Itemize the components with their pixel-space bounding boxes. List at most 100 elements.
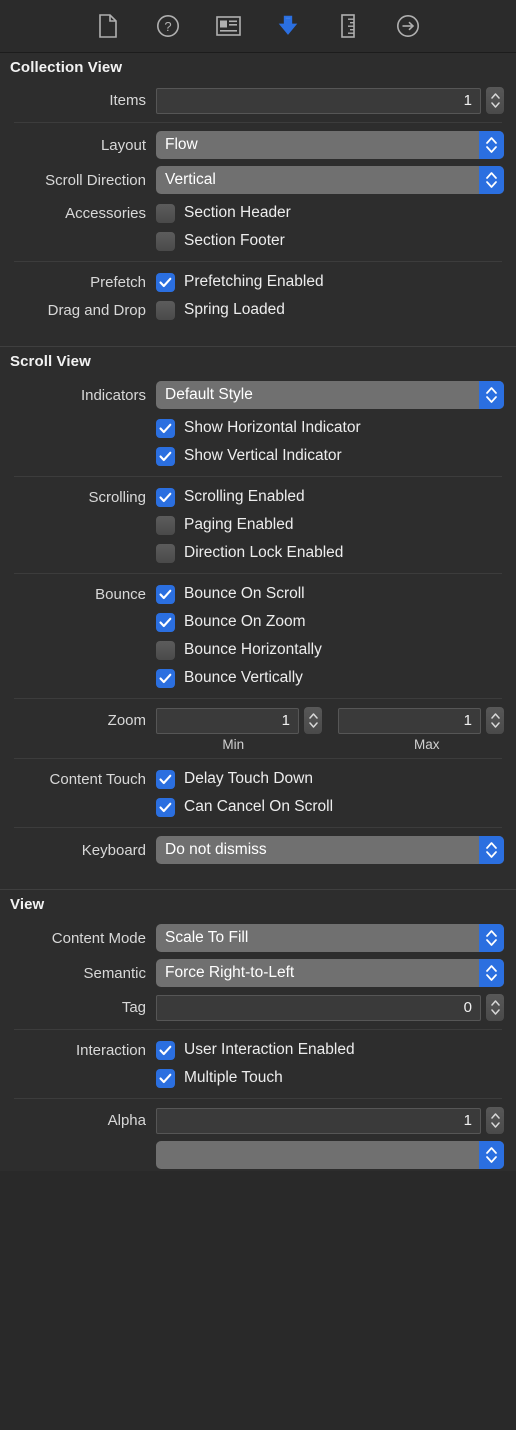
section-footer-checkbox-row[interactable]: Section Footer bbox=[156, 231, 285, 251]
zoom-min-input[interactable]: 1 bbox=[156, 707, 299, 734]
bounce-on-scroll-checkbox-row[interactable]: Bounce On Scroll bbox=[156, 584, 305, 604]
multiple-touch-label: Multiple Touch bbox=[184, 1069, 283, 1086]
items-input[interactable]: 1 bbox=[156, 87, 481, 114]
row-semantic: Semantic Force Right-to-Left bbox=[0, 957, 516, 989]
bounce-on-zoom-checkbox-row[interactable]: Bounce On Zoom bbox=[156, 612, 305, 632]
direction-lock-enabled-label: Direction Lock Enabled bbox=[184, 544, 344, 561]
row-paging-enabled: Paging Enabled bbox=[0, 511, 516, 539]
semantic-select[interactable]: Force Right-to-Left bbox=[156, 959, 504, 987]
accessories-label: Accessories bbox=[65, 204, 146, 222]
bounce-label: Bounce bbox=[95, 585, 146, 603]
bounce-horizontally-checkbox[interactable] bbox=[156, 640, 175, 660]
direction-lock-enabled-checkbox-row[interactable]: Direction Lock Enabled bbox=[156, 543, 344, 563]
show-horizontal-indicator-checkbox-row[interactable]: Show Horizontal Indicator bbox=[156, 418, 361, 438]
divider bbox=[14, 261, 502, 262]
section-title-scroll-view: Scroll View bbox=[10, 353, 91, 370]
can-cancel-on-scroll-checkbox-row[interactable]: Can Cancel On Scroll bbox=[156, 797, 334, 817]
row-content-touch: Content Touch Delay Touch Down bbox=[0, 765, 516, 793]
zoom-min-stepper[interactable] bbox=[304, 707, 322, 734]
semantic-value: Force Right-to-Left bbox=[165, 964, 295, 981]
items-label: Items bbox=[109, 92, 146, 109]
row-accessories-footer: Section Footer bbox=[0, 227, 516, 255]
section-title-view: View bbox=[10, 896, 45, 913]
inspector-toolbar: ? bbox=[0, 0, 516, 53]
row-accessories-header: Accessories Section Header bbox=[0, 199, 516, 227]
svg-text:?: ? bbox=[164, 19, 171, 34]
scrolling-enabled-checkbox[interactable] bbox=[156, 487, 175, 507]
keyboard-select[interactable]: Do not dismiss bbox=[156, 836, 504, 864]
show-horizontal-indicator-checkbox[interactable] bbox=[156, 418, 175, 438]
show-vertical-indicator-checkbox[interactable] bbox=[156, 446, 175, 466]
row-show-horizontal-indicator: Show Horizontal Indicator bbox=[0, 414, 516, 442]
content-touch-label: Content Touch bbox=[49, 770, 146, 788]
scrolling-enabled-label: Scrolling Enabled bbox=[184, 488, 305, 505]
clipped-select[interactable] bbox=[156, 1141, 504, 1169]
delay-touch-down-checkbox[interactable] bbox=[156, 769, 175, 789]
prefetching-enabled-checkbox[interactable] bbox=[156, 272, 175, 292]
bounce-on-scroll-label: Bounce On Scroll bbox=[184, 585, 305, 602]
user-interaction-enabled-checkbox[interactable] bbox=[156, 1040, 175, 1060]
chevron-updown-icon bbox=[479, 924, 504, 952]
connections-inspector-icon[interactable] bbox=[395, 12, 421, 40]
identity-inspector-icon[interactable] bbox=[215, 12, 241, 40]
bounce-on-scroll-checkbox[interactable] bbox=[156, 584, 175, 604]
layout-label: Layout bbox=[100, 136, 146, 154]
row-bounce-on-zoom: Bounce On Zoom bbox=[0, 608, 516, 636]
chevron-updown-icon bbox=[479, 1141, 504, 1169]
tag-stepper[interactable] bbox=[486, 994, 504, 1021]
content-mode-select[interactable]: Scale To Fill bbox=[156, 924, 504, 952]
scroll-direction-value: Vertical bbox=[165, 171, 216, 188]
quick-help-icon[interactable]: ? bbox=[155, 12, 181, 40]
scrolling-label: Scrolling bbox=[88, 488, 146, 506]
paging-enabled-checkbox[interactable] bbox=[156, 515, 175, 535]
section-footer-checkbox[interactable] bbox=[156, 231, 175, 251]
show-vertical-indicator-checkbox-row[interactable]: Show Vertical Indicator bbox=[156, 446, 342, 466]
section-header-checkbox[interactable] bbox=[156, 203, 175, 223]
attributes-inspector-icon[interactable] bbox=[275, 12, 301, 40]
size-inspector-icon[interactable] bbox=[335, 12, 361, 40]
direction-lock-enabled-checkbox[interactable] bbox=[156, 543, 175, 563]
multiple-touch-checkbox[interactable] bbox=[156, 1068, 175, 1088]
can-cancel-on-scroll-checkbox[interactable] bbox=[156, 797, 175, 817]
multiple-touch-checkbox-row[interactable]: Multiple Touch bbox=[156, 1068, 283, 1088]
scrolling-enabled-checkbox-row[interactable]: Scrolling Enabled bbox=[156, 487, 305, 507]
prefetching-enabled-label: Prefetching Enabled bbox=[184, 273, 324, 290]
row-prefetch: Prefetch Prefetching Enabled bbox=[0, 268, 516, 296]
file-inspector-icon[interactable] bbox=[95, 12, 121, 40]
row-zoom: Zoom 1 1 bbox=[0, 705, 516, 736]
spring-loaded-label: Spring Loaded bbox=[184, 301, 285, 318]
spring-loaded-checkbox-row[interactable]: Spring Loaded bbox=[156, 300, 285, 320]
layout-value: Flow bbox=[165, 136, 198, 153]
alpha-input[interactable]: 1 bbox=[156, 1107, 481, 1134]
user-interaction-enabled-label: User Interaction Enabled bbox=[184, 1041, 355, 1058]
prefetching-enabled-checkbox-row[interactable]: Prefetching Enabled bbox=[156, 272, 324, 292]
bounce-on-zoom-checkbox[interactable] bbox=[156, 612, 175, 632]
can-cancel-on-scroll-label: Can Cancel On Scroll bbox=[184, 798, 334, 815]
row-clipped-popup bbox=[0, 1139, 516, 1171]
chevron-updown-icon bbox=[479, 836, 504, 864]
items-stepper[interactable] bbox=[486, 87, 504, 114]
row-bounce-horizontally: Bounce Horizontally bbox=[0, 636, 516, 664]
layout-select[interactable]: Flow bbox=[156, 131, 504, 159]
divider bbox=[14, 827, 502, 828]
section-header-checkbox-row[interactable]: Section Header bbox=[156, 203, 291, 223]
paging-enabled-checkbox-row[interactable]: Paging Enabled bbox=[156, 515, 293, 535]
divider bbox=[14, 122, 502, 123]
prefetch-label: Prefetch bbox=[90, 273, 146, 291]
bounce-vertically-checkbox-row[interactable]: Bounce Vertically bbox=[156, 668, 303, 688]
zoom-min-sublabel: Min bbox=[222, 737, 245, 752]
bounce-vertically-checkbox[interactable] bbox=[156, 668, 175, 688]
zoom-max-input[interactable]: 1 bbox=[338, 707, 481, 734]
indicators-select[interactable]: Default Style bbox=[156, 381, 504, 409]
user-interaction-enabled-checkbox-row[interactable]: User Interaction Enabled bbox=[156, 1040, 355, 1060]
row-interaction: Interaction User Interaction Enabled bbox=[0, 1036, 516, 1064]
keyboard-value: Do not dismiss bbox=[165, 841, 267, 858]
row-indicators: Indicators Default Style bbox=[0, 379, 516, 411]
scroll-direction-select[interactable]: Vertical bbox=[156, 166, 504, 194]
bounce-horizontally-checkbox-row[interactable]: Bounce Horizontally bbox=[156, 640, 322, 660]
tag-input[interactable]: 0 bbox=[156, 994, 481, 1021]
delay-touch-down-checkbox-row[interactable]: Delay Touch Down bbox=[156, 769, 313, 789]
zoom-max-stepper[interactable] bbox=[486, 707, 504, 734]
alpha-stepper[interactable] bbox=[486, 1107, 504, 1134]
spring-loaded-checkbox[interactable] bbox=[156, 300, 175, 320]
